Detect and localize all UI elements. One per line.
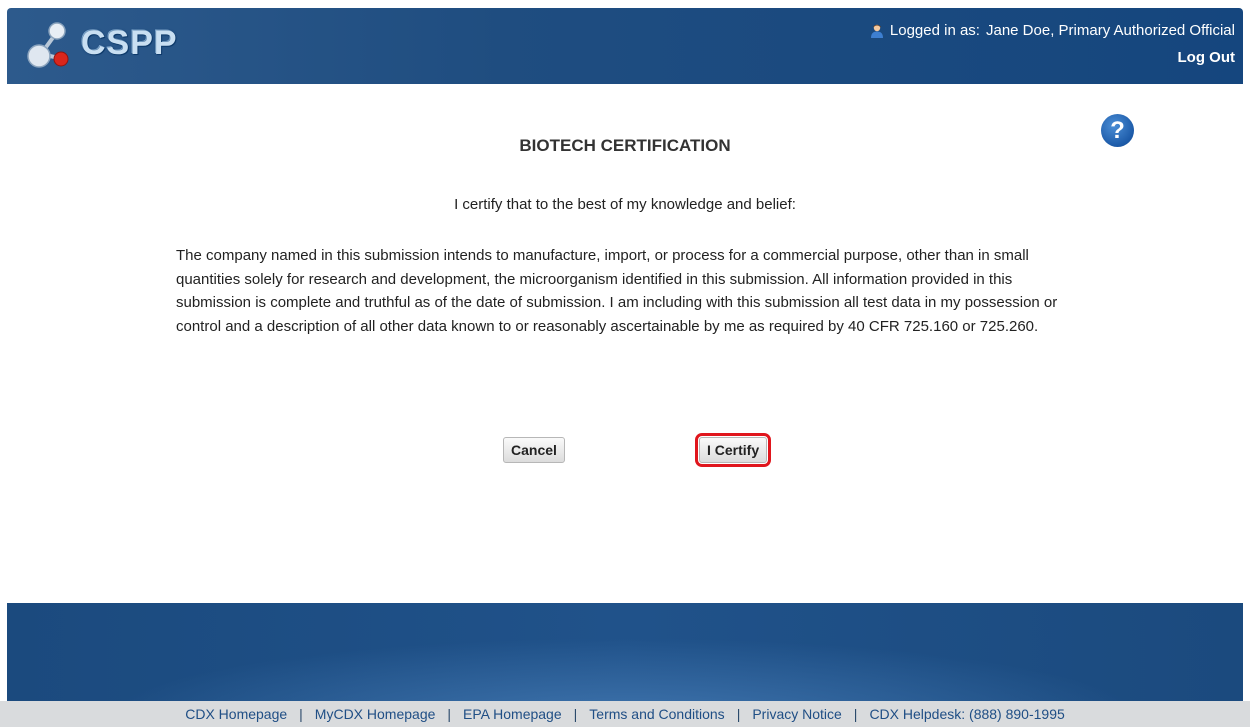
molecule-icon (27, 22, 69, 68)
footer-separator: | (447, 706, 452, 722)
certify-button[interactable]: I Certify (694, 433, 772, 467)
footer-link-helpdesk[interactable]: CDX Helpdesk: (888) 890-1995 (869, 706, 1064, 722)
cspp-logo[interactable]: CSPP (25, 18, 205, 74)
page-title: BIOTECH CERTIFICATION (519, 136, 731, 155)
app-header: CSPP Logged in as: Jane Doe, Primary Aut… (7, 8, 1243, 84)
footer-separator: | (736, 706, 741, 722)
footer-link-epa-homepage[interactable]: EPA Homepage (463, 706, 562, 722)
user-info: Logged in as: Jane Doe, Primary Authoriz… (870, 22, 1235, 66)
certification-intro: I certify that to the best of my knowled… (454, 196, 796, 213)
cancel-button[interactable]: Cancel (503, 437, 565, 463)
footer-separator: | (573, 706, 578, 722)
user-icon (870, 24, 883, 38)
footer-link-mycdx-homepage[interactable]: MyCDX Homepage (315, 706, 436, 722)
footer-links: CDX Homepage | MyCDX Homepage | EPA Homepage… (0, 701, 1250, 727)
footer-link-terms[interactable]: Terms and Conditions (589, 706, 724, 722)
logged-in-label: Logged in as: (889, 22, 980, 39)
user-name: Jane Doe, Primary Authorized Official (985, 22, 1235, 39)
footer-separator: | (299, 706, 303, 722)
footer-banner (7, 603, 1243, 701)
logo-text: CSPP (81, 24, 178, 62)
logout-link[interactable]: Log Out (870, 49, 1235, 66)
footer-link-cdx-homepage[interactable]: CDX Homepage (185, 706, 287, 722)
footer-link-privacy[interactable]: Privacy Notice (752, 706, 841, 722)
certification-statement: The company named in this submission int… (176, 247, 1058, 335)
footer-separator: | (853, 706, 858, 722)
